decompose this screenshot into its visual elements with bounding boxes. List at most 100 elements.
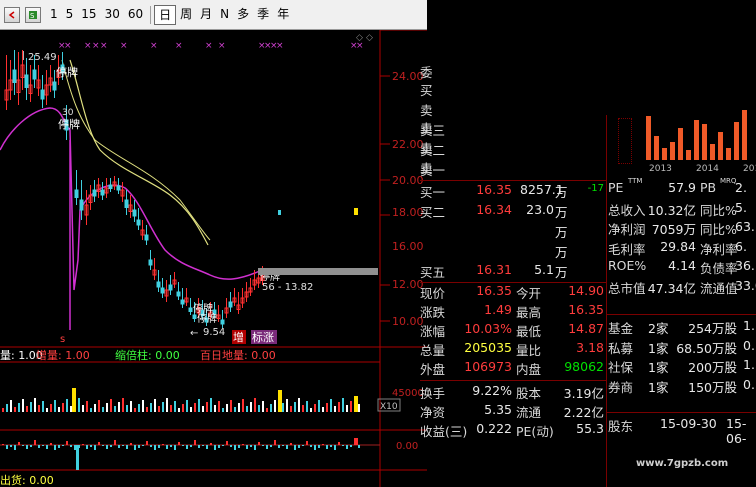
candle [16,52,21,105]
candle [244,282,249,302]
period-button-7[interactable]: 月 [196,5,216,25]
candle [240,288,245,308]
macd-bar [102,445,104,446]
volume-bar [186,400,188,412]
macd-bar [262,445,264,446]
volume-bar [334,406,336,412]
macd-bar [74,445,76,450]
candle-body [192,314,197,319]
period-button-4[interactable]: 60 [124,5,147,25]
fin-bar [694,120,699,160]
macd-bar [310,445,312,447]
marker-cyan [278,210,281,215]
macd-bar [18,442,20,445]
volume-bar [2,408,4,412]
quote-value: 55.3 [576,421,604,436]
volume-bar [178,408,180,412]
sell-level-2: 卖一 [420,163,446,178]
holder-type: 券商 [608,379,634,395]
volume-bar [214,405,216,412]
candle-body [32,69,37,80]
period-button-0[interactable]: 1 [46,5,62,25]
candle [144,225,149,245]
volume-bar [162,402,164,412]
period-button-9[interactable]: 多 [233,5,253,25]
formula-icon[interactable]: S [25,6,41,23]
period-button-5[interactable]: 日 [154,4,177,25]
volume-bar [294,402,296,412]
volume-bar [266,408,268,412]
macd-bar [222,445,224,446]
macd-bar [182,445,184,446]
macd-bar [10,445,12,447]
macd-bar [134,445,136,450]
period-button-11[interactable]: 年 [273,5,293,25]
volume-bar [286,399,288,412]
macd-bar [286,445,288,449]
divider [606,412,756,413]
candle [220,310,225,328]
period-button-2[interactable]: 15 [77,5,100,25]
macd-bar [298,445,300,448]
macd-bar [318,445,320,448]
macd-bar [14,445,16,450]
macd-bar [210,443,212,445]
buy-level-unit: 万 [555,205,568,220]
range-text: 56 - 13.82 [262,282,313,293]
volume-bar [198,399,200,412]
volume-bar [350,401,352,412]
volume-bar [306,401,308,412]
candle [24,58,29,100]
volume-bar [110,399,112,412]
volume-bar [114,406,116,412]
buy-level-price: 16.31 [476,262,512,277]
sell-level-0: 卖三 [420,123,446,138]
top-marker: × [100,41,108,51]
price-tick-label: 22.00 [392,138,424,151]
buy-level-unit: 万 [555,265,568,280]
fin-value: 57.9 [668,180,696,195]
candle [164,280,169,302]
volume-bar [50,404,52,412]
back-icon[interactable] [4,6,20,23]
low-arrow: ← [190,328,198,339]
period-button-3[interactable]: 30 [101,5,124,25]
candle [188,298,193,315]
candle-body [148,259,153,266]
fin-value: 6. [735,238,747,254]
quote-label: 换手 [420,386,446,401]
period-button-10[interactable]: 季 [253,5,273,25]
macd-bar [154,445,156,450]
macd-bar [294,445,296,450]
top-marker: × [150,41,158,51]
volume-bar [254,398,256,412]
macd-bar [114,440,116,445]
macd-bar [270,445,272,447]
holder-shares: 254万股 [688,321,737,336]
increase-label: 增量: 1.00 [36,348,90,362]
period-button-6[interactable]: 周 [176,5,196,25]
volume-bar [62,403,64,412]
macd-bar [338,442,340,445]
macd-bar [138,445,140,448]
period-button-8[interactable]: N [216,5,233,25]
buy-level-volume: 23.0 [526,202,554,217]
period-button-1[interactable]: 5 [62,5,78,25]
suspend-label-1: 停牌 [56,65,78,79]
quote-value: 16.35 [476,283,512,298]
holder-type: 社保 [608,360,634,375]
volume-bar [138,404,140,412]
candle-body [124,199,129,208]
volume-bar [22,399,24,412]
volume-bar [318,400,320,412]
macd-bar [230,445,232,447]
fin-year: 2013 [649,164,672,174]
kline-chart[interactable]: 24.0022.0020.0018.0016.0012.0010.00×× × × ×… [0,30,427,487]
volume-bar [206,402,208,412]
fin-year: 2015 [743,164,756,174]
candle [152,258,157,280]
volume-bar [310,408,312,412]
hundred-label: 百日地量: 0.00 [200,349,276,362]
candle-body [116,185,121,191]
candle [44,70,49,105]
